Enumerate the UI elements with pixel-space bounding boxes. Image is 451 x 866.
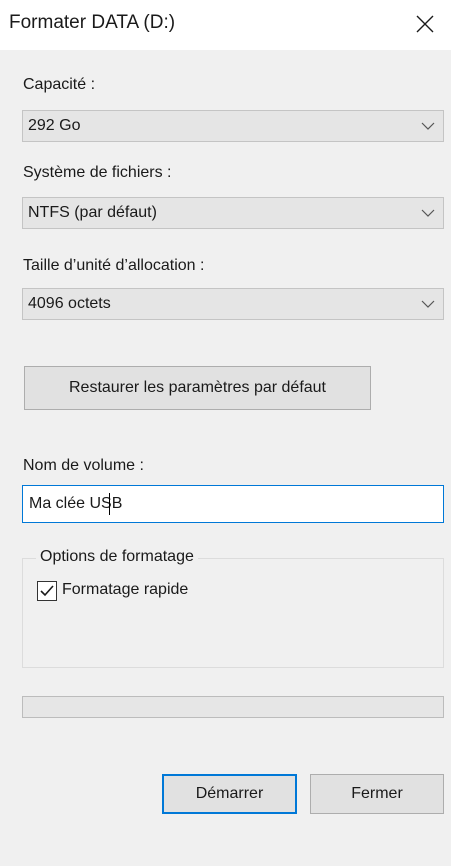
chevron-down-icon <box>421 209 435 217</box>
title-bar: Formater DATA (D:) <box>0 0 451 50</box>
chevron-down-icon <box>421 300 435 308</box>
restore-defaults-button[interactable]: Restaurer les paramètres par défaut <box>24 366 371 410</box>
volume-name-input[interactable]: Ma clée USB <box>22 485 444 523</box>
format-options-legend: Options de formatage <box>36 548 198 566</box>
filesystem-label: Système de fichiers : <box>23 164 172 181</box>
filesystem-select[interactable]: NTFS (par défaut) <box>22 197 444 229</box>
allocation-label: Taille d’unité d’allocation : <box>23 257 205 274</box>
close-button[interactable] <box>405 6 445 42</box>
close-icon <box>416 15 434 33</box>
capacity-label: Capacité : <box>23 76 96 93</box>
allocation-select[interactable]: 4096 octets <box>22 288 444 320</box>
quick-format-checkbox[interactable] <box>37 581 57 601</box>
quick-format-label: Formatage rapide <box>62 581 189 598</box>
close-dialog-button[interactable]: Fermer <box>310 774 444 814</box>
chevron-down-icon <box>421 122 435 130</box>
capacity-select[interactable]: 292 Go <box>22 110 444 142</box>
format-progress-bar <box>22 696 444 718</box>
format-options-group <box>22 558 444 668</box>
text-caret <box>109 493 110 515</box>
format-dialog: Formater DATA (D:) Capacité : 292 Go Sys… <box>0 0 451 866</box>
capacity-value: 292 Go <box>28 117 81 134</box>
checkmark-icon <box>40 585 54 597</box>
window-title: Formater DATA (D:) <box>9 12 176 33</box>
filesystem-value: NTFS (par défaut) <box>28 204 157 221</box>
volume-label: Nom de volume : <box>23 457 144 474</box>
allocation-value: 4096 octets <box>28 295 111 312</box>
start-button[interactable]: Démarrer <box>162 774 297 814</box>
